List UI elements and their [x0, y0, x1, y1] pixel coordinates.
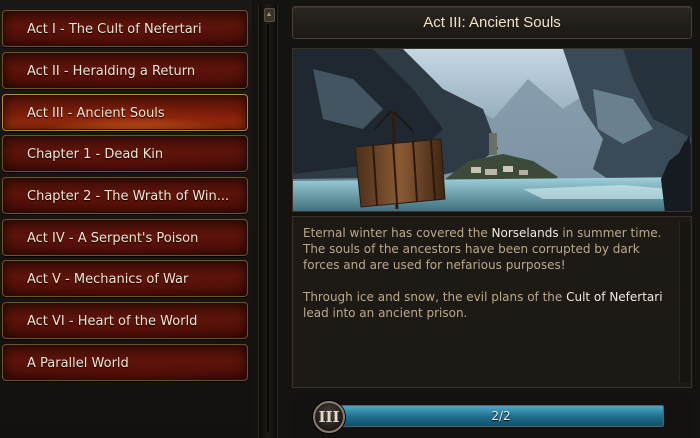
menu-item-act-6[interactable]: Act VI - Heart of the World: [2, 302, 248, 339]
menu-item-label: Act IV - A Serpent's Poison: [27, 231, 199, 246]
description-text: Eternal winter has covered the: [303, 226, 492, 240]
menu-item-label: Act V - Mechanics of War: [27, 272, 189, 287]
description-text: Through ice and snow, the evil plans of …: [303, 290, 567, 304]
description-paragraph-1: Eternal winter has covered the Norseland…: [303, 225, 678, 273]
menu-item-act-4[interactable]: Act IV - A Serpent's Poison: [2, 219, 248, 256]
menu-item-chapter-1[interactable]: Chapter 1 - Dead Kin: [2, 135, 248, 172]
frozen-fjord-viking-ship-illustration: [292, 48, 692, 212]
location-highlight: Norselands: [491, 226, 559, 240]
act-numeral-badge: III: [313, 401, 345, 433]
menu-item-label: Chapter 2 - The Wrath of Win...: [27, 189, 230, 204]
faction-highlight: Cult of Nefertari: [566, 290, 663, 304]
quest-chapter-list: Act I - The Cult of Nefertari Act II - H…: [0, 0, 252, 438]
menu-item-act-3[interactable]: Act III - Ancient Souls: [2, 94, 248, 131]
menu-item-parallel-world[interactable]: A Parallel World: [2, 344, 248, 381]
menu-item-act-5[interactable]: Act V - Mechanics of War: [2, 260, 248, 297]
act-numeral: III: [318, 408, 340, 426]
menu-item-label: Act I - The Cult of Nefertari: [27, 22, 202, 37]
description-text: lead into an ancient prison.: [303, 306, 468, 320]
menu-item-label: A Parallel World: [27, 356, 129, 371]
menu-item-chapter-2[interactable]: Chapter 2 - The Wrath of Win...: [2, 177, 248, 214]
panel-title-bar: Act III: Ancient Souls: [292, 6, 692, 39]
scroll-up-arrow-icon[interactable]: [264, 8, 275, 22]
description-paragraph-2: Through ice and snow, the evil plans of …: [303, 289, 678, 321]
menu-item-label: Act II - Heralding a Return: [27, 64, 196, 79]
menu-item-act-2[interactable]: Act II - Heralding a Return: [2, 52, 248, 89]
progress-text: 2/2: [491, 409, 511, 423]
menu-item-label: Act III - Ancient Souls: [27, 106, 165, 121]
menu-item-label: Act VI - Heart of the World: [27, 314, 198, 329]
menu-scrollbar-track[interactable]: [267, 24, 269, 432]
menu-item-label: Chapter 1 - Dead Kin: [27, 147, 164, 162]
menu-item-act-1[interactable]: Act I - The Cult of Nefertari: [2, 10, 248, 47]
description-scrollbar[interactable]: [679, 222, 690, 382]
panel-title: Act III: Ancient Souls: [423, 14, 561, 31]
quest-description-panel: Eternal winter has covered the Norseland…: [292, 216, 692, 388]
